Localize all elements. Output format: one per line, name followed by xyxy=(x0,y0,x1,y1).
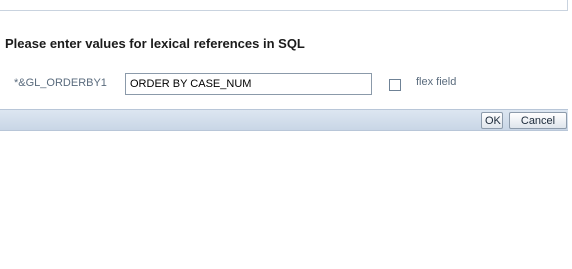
cancel-button[interactable]: Cancel xyxy=(509,112,567,129)
flex-field-checkbox[interactable] xyxy=(389,79,401,91)
lexical-reference-label: *&GL_ORDERBY1 xyxy=(14,77,107,89)
ok-button[interactable]: OK xyxy=(481,112,503,129)
top-divider xyxy=(0,0,568,11)
lexical-reference-input[interactable] xyxy=(125,73,372,95)
button-bar: OK Cancel xyxy=(0,109,568,131)
dialog-heading: Please enter values for lexical referenc… xyxy=(5,36,305,51)
flex-field-label: flex field xyxy=(416,76,457,88)
